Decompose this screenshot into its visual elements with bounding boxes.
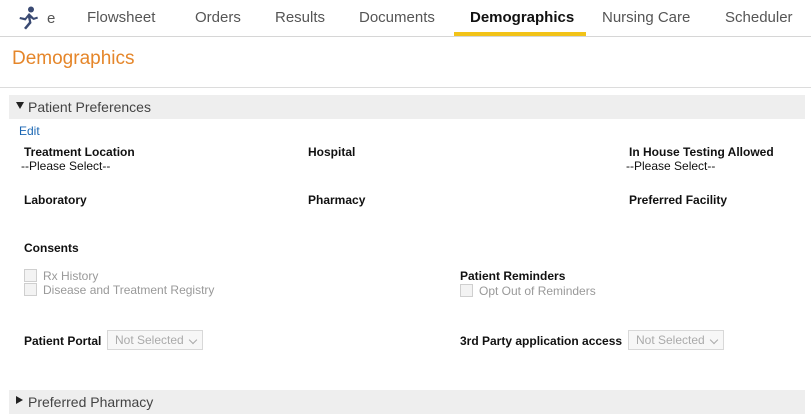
- section-title: Patient Preferences: [28, 99, 151, 115]
- preferred-facility-label: Preferred Facility: [629, 193, 728, 207]
- tab-nursing-care[interactable]: Nursing Care: [602, 0, 690, 36]
- chevron-down-icon: [709, 335, 719, 345]
- disease-registry-label: Disease and Treatment Registry: [43, 283, 215, 297]
- section-header-preferred-pharmacy[interactable]: Preferred Pharmacy: [9, 390, 805, 414]
- active-tab-indicator: [454, 32, 586, 36]
- in-house-testing-value: --Please Select--: [626, 159, 716, 173]
- third-party-access-label: 3rd Party application access: [460, 334, 623, 348]
- title-divider: [0, 87, 811, 88]
- rx-history-label: Rx History: [43, 269, 99, 283]
- logo-letter: e: [47, 10, 56, 27]
- tab-documents[interactable]: Documents: [359, 0, 435, 36]
- patient-portal-select[interactable]: Not Selected: [107, 330, 203, 350]
- patient-portal-value: Not Selected: [115, 333, 184, 347]
- caret-down-icon: [16, 102, 24, 109]
- in-house-testing-label: In House Testing Allowed: [629, 145, 774, 159]
- tab-orders[interactable]: Orders: [195, 0, 241, 36]
- tab-flowsheet[interactable]: Flowsheet: [87, 0, 155, 36]
- section-title: Preferred Pharmacy: [28, 394, 154, 410]
- consents-label: Consents: [24, 241, 79, 255]
- opt-out-reminders-checkbox[interactable]: [460, 284, 473, 297]
- rx-history-checkbox[interactable]: [24, 269, 37, 282]
- edit-link[interactable]: Edit: [19, 124, 40, 138]
- patient-portal-label: Patient Portal: [24, 334, 102, 348]
- tab-results[interactable]: Results: [275, 0, 325, 36]
- tab-scheduler[interactable]: Scheduler: [725, 0, 793, 36]
- patient-reminders-label: Patient Reminders: [460, 269, 566, 283]
- chevron-down-icon: [188, 335, 198, 345]
- third-party-access-value: Not Selected: [636, 333, 705, 347]
- treatment-location-label: Treatment Location: [24, 145, 135, 159]
- caret-right-icon: [16, 396, 23, 404]
- treatment-location-value: --Please Select--: [21, 159, 111, 173]
- tab-demographics[interactable]: Demographics: [470, 0, 574, 36]
- section-header-patient-preferences[interactable]: Patient Preferences: [9, 95, 805, 119]
- hospital-label: Hospital: [308, 145, 356, 159]
- laboratory-label: Laboratory: [24, 193, 87, 207]
- opt-out-reminders-label: Opt Out of Reminders: [479, 284, 596, 298]
- page-title: Demographics: [12, 48, 135, 69]
- disease-registry-checkbox[interactable]: [24, 283, 37, 296]
- third-party-access-select[interactable]: Not Selected: [628, 330, 724, 350]
- top-navigation: e Flowsheet Orders Results Documents Dem…: [0, 0, 811, 37]
- pharmacy-label: Pharmacy: [308, 193, 366, 207]
- running-figure-icon[interactable]: [16, 6, 42, 30]
